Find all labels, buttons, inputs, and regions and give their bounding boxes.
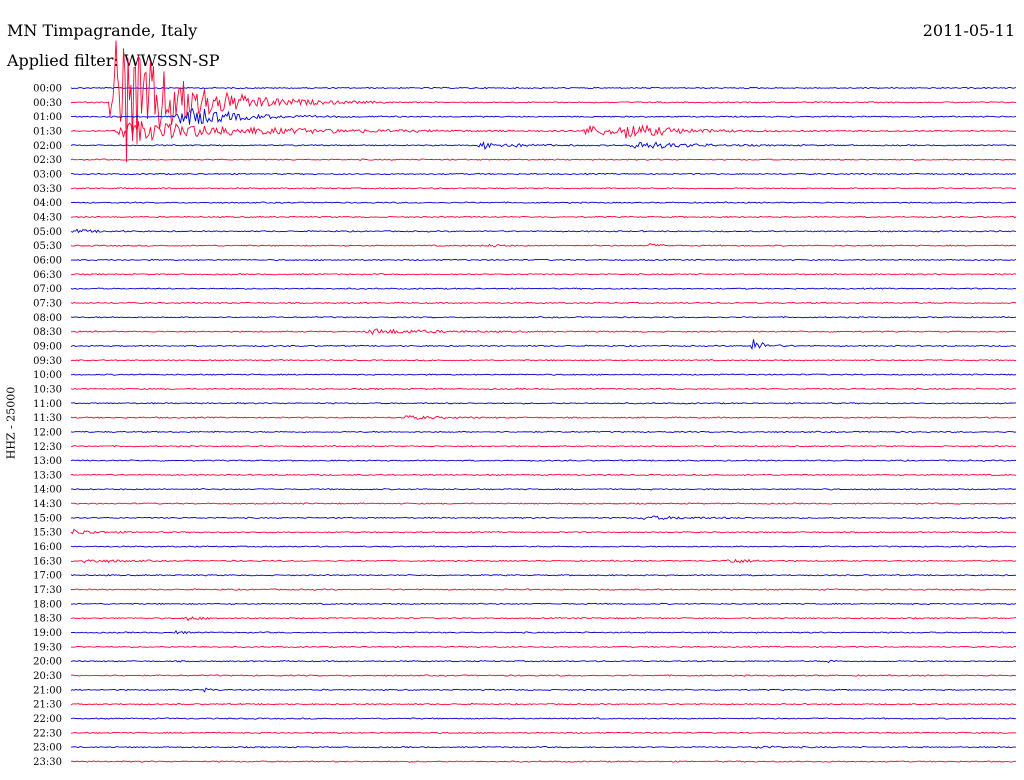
trace-line <box>70 588 1017 591</box>
helicorder-plot: MN Timpagrande, Italy Applied filter: WW… <box>0 0 1024 780</box>
trace-line <box>70 140 1017 151</box>
trace-line <box>71 108 1017 125</box>
time-tick-label: 20:00 <box>33 657 62 668</box>
trace-line <box>70 731 1017 735</box>
trace-line <box>70 430 1017 434</box>
time-tick-label: 00:00 <box>33 84 62 95</box>
time-tick-label: 17:00 <box>33 571 62 582</box>
trace-line <box>70 515 1017 521</box>
trace-line <box>70 573 1017 577</box>
time-tick-label: 08:00 <box>33 313 62 324</box>
trace-line <box>70 359 1017 362</box>
time-tick-label: 21:00 <box>33 685 62 696</box>
time-tick-label: 21:30 <box>33 700 62 711</box>
time-tick-label: 15:30 <box>33 528 62 539</box>
trace-line <box>70 187 1017 190</box>
time-tick-label: 14:30 <box>33 499 62 510</box>
time-tick-label: 07:00 <box>33 284 62 295</box>
time-tick-label: 19:30 <box>33 642 62 653</box>
trace-line <box>70 473 1017 477</box>
time-tick-label: 18:30 <box>33 614 62 625</box>
time-tick-label: 11:30 <box>33 413 62 424</box>
time-tick-label: 23:00 <box>33 743 62 754</box>
trace-line <box>70 616 1017 622</box>
time-tick-label: 10:30 <box>33 384 62 395</box>
trace-line <box>70 86 1017 90</box>
time-tick-label: 10:00 <box>33 370 62 381</box>
time-tick-label: 05:30 <box>33 241 62 252</box>
time-tick-label: 16:00 <box>33 542 62 553</box>
trace-line <box>70 273 1017 276</box>
time-tick-label: 12:00 <box>33 427 62 438</box>
trace-canvas: 00:00 00:30 01:00 01:30 02:00 02:30 03:00 03:30… <box>33 40 1017 768</box>
trace-line <box>70 215 1017 219</box>
trace-line <box>70 659 1017 664</box>
time-tick-label: 17:30 <box>33 585 62 596</box>
trace-line <box>70 172 1017 176</box>
time-tick-label: 09:00 <box>33 341 62 352</box>
trace-line <box>70 228 1017 234</box>
time-tick-label: 04:30 <box>33 212 62 223</box>
trace-line <box>70 121 1017 142</box>
time-tick-label: 06:30 <box>33 270 62 281</box>
trace-line <box>70 459 1017 462</box>
time-tick-label: 04:00 <box>33 198 62 209</box>
time-tick-label: 22:00 <box>33 714 62 725</box>
trace-line <box>70 158 1017 161</box>
time-tick-label: 01:00 <box>33 112 62 123</box>
time-tick-label: 03:30 <box>33 184 62 195</box>
time-tick-label: 05:00 <box>33 227 62 238</box>
trace-line <box>71 745 1017 749</box>
time-tick-label: 00:30 <box>33 98 62 109</box>
trace-line <box>70 674 1017 677</box>
trace-line <box>70 717 1017 720</box>
trace-line <box>70 488 1017 491</box>
trace-line <box>70 502 1017 505</box>
trace-line <box>70 528 1017 535</box>
trace-line <box>70 201 1017 204</box>
trace-line <box>70 702 1017 706</box>
time-tick-label: 01:30 <box>33 126 62 137</box>
time-tick-label: 11:00 <box>33 399 62 410</box>
time-tick-label: 20:30 <box>33 671 62 682</box>
trace-line <box>70 402 1017 405</box>
trace-line <box>70 339 1017 351</box>
trace-line <box>70 328 1017 336</box>
trace-line <box>70 258 1017 262</box>
time-tick-label: 08:30 <box>33 327 62 338</box>
trace-line <box>70 243 1017 248</box>
trace-line <box>70 40 1017 163</box>
trace-line <box>70 373 1017 376</box>
time-tick-label: 22:30 <box>33 728 62 739</box>
trace-line <box>70 760 1017 763</box>
trace-line <box>70 630 1017 635</box>
time-tick-label: 18:00 <box>33 599 62 610</box>
time-tick-label: 09:30 <box>33 356 62 367</box>
time-tick-label: 06:00 <box>33 255 62 266</box>
trace-line <box>70 545 1017 548</box>
time-tick-label: 02:30 <box>33 155 62 166</box>
trace-line <box>70 301 1017 305</box>
trace-line <box>70 287 1017 290</box>
trace-line <box>70 558 1017 564</box>
trace-line <box>70 415 1017 420</box>
time-tick-label: 14:00 <box>33 485 62 496</box>
trace-line <box>70 687 1017 693</box>
time-tick-label: 02:00 <box>33 141 62 152</box>
trace-line <box>70 387 1017 391</box>
trace-line <box>70 602 1017 606</box>
time-tick-label: 19:00 <box>33 628 62 639</box>
time-tick-label: 15:00 <box>33 513 62 524</box>
time-tick-label: 12:30 <box>33 442 62 453</box>
time-tick-label: 07:30 <box>33 298 62 309</box>
time-tick-label: 16:30 <box>33 556 62 567</box>
time-tick-label: 13:30 <box>33 470 62 481</box>
time-tick-label: 13:00 <box>33 456 62 467</box>
time-tick-label: 03:00 <box>33 169 62 180</box>
trace-line <box>70 316 1017 319</box>
time-tick-label: 23:30 <box>33 757 62 768</box>
trace-line <box>70 444 1017 448</box>
trace-line <box>70 645 1017 649</box>
